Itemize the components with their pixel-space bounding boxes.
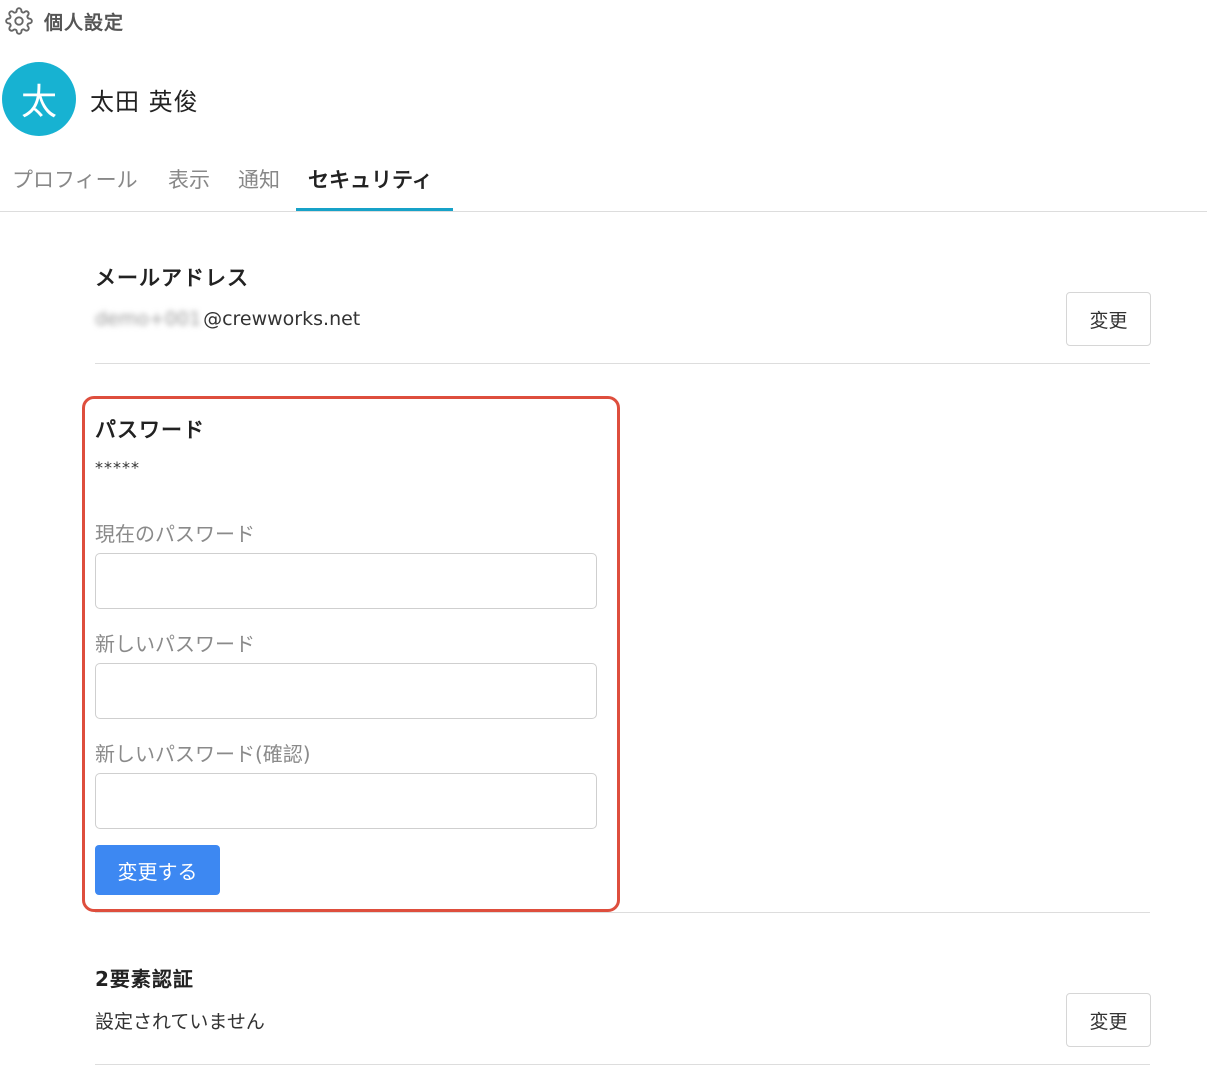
tab-notifications[interactable]: 通知 (238, 164, 280, 208)
password-masked: ***** (95, 458, 140, 477)
active-tab-indicator (296, 208, 453, 211)
avatar: 太 (2, 62, 76, 136)
current-password-input[interactable] (95, 553, 597, 609)
settings-tabs: プロフィール 表示 通知 セキュリティ (0, 150, 1207, 212)
tab-security[interactable]: セキュリティ (308, 164, 433, 208)
personal-settings-page: 個人設定 太 太田 英俊 プロフィール 表示 通知 セキュリティ メールアドレス… (0, 0, 1207, 1090)
new-password-label: 新しいパスワード (95, 632, 255, 656)
password-divider (95, 912, 1150, 913)
page-header: 個人設定 (4, 6, 124, 36)
user-name: 太田 英俊 (90, 87, 199, 116)
email-value: demo+001 @crewworks.net (95, 308, 360, 330)
confirm-password-input[interactable] (95, 773, 597, 829)
password-section-title: パスワード (95, 418, 205, 442)
tab-profile[interactable]: プロフィール (12, 164, 138, 208)
tab-display[interactable]: 表示 (168, 164, 210, 208)
email-divider (95, 363, 1150, 364)
two-factor-change-button[interactable]: 変更 (1066, 993, 1151, 1047)
user-info: 太 太田 英俊 (2, 62, 199, 136)
email-section-title: メールアドレス (95, 266, 249, 290)
page-title: 個人設定 (44, 11, 125, 34)
gear-icon (4, 6, 34, 36)
current-password-label: 現在のパスワード (95, 522, 255, 546)
two-factor-status: 設定されていません (95, 1011, 265, 1033)
two-factor-divider (95, 1064, 1150, 1065)
new-password-input[interactable] (95, 663, 597, 719)
confirm-password-label: 新しいパスワード(確認) (95, 742, 311, 766)
email-user-blurred: demo+001 (95, 308, 202, 330)
password-submit-button[interactable]: 変更する (95, 845, 220, 895)
email-change-button[interactable]: 変更 (1066, 292, 1151, 346)
two-factor-section-title: 2要素認証 (95, 967, 194, 991)
email-domain: @crewworks.net (203, 308, 361, 330)
